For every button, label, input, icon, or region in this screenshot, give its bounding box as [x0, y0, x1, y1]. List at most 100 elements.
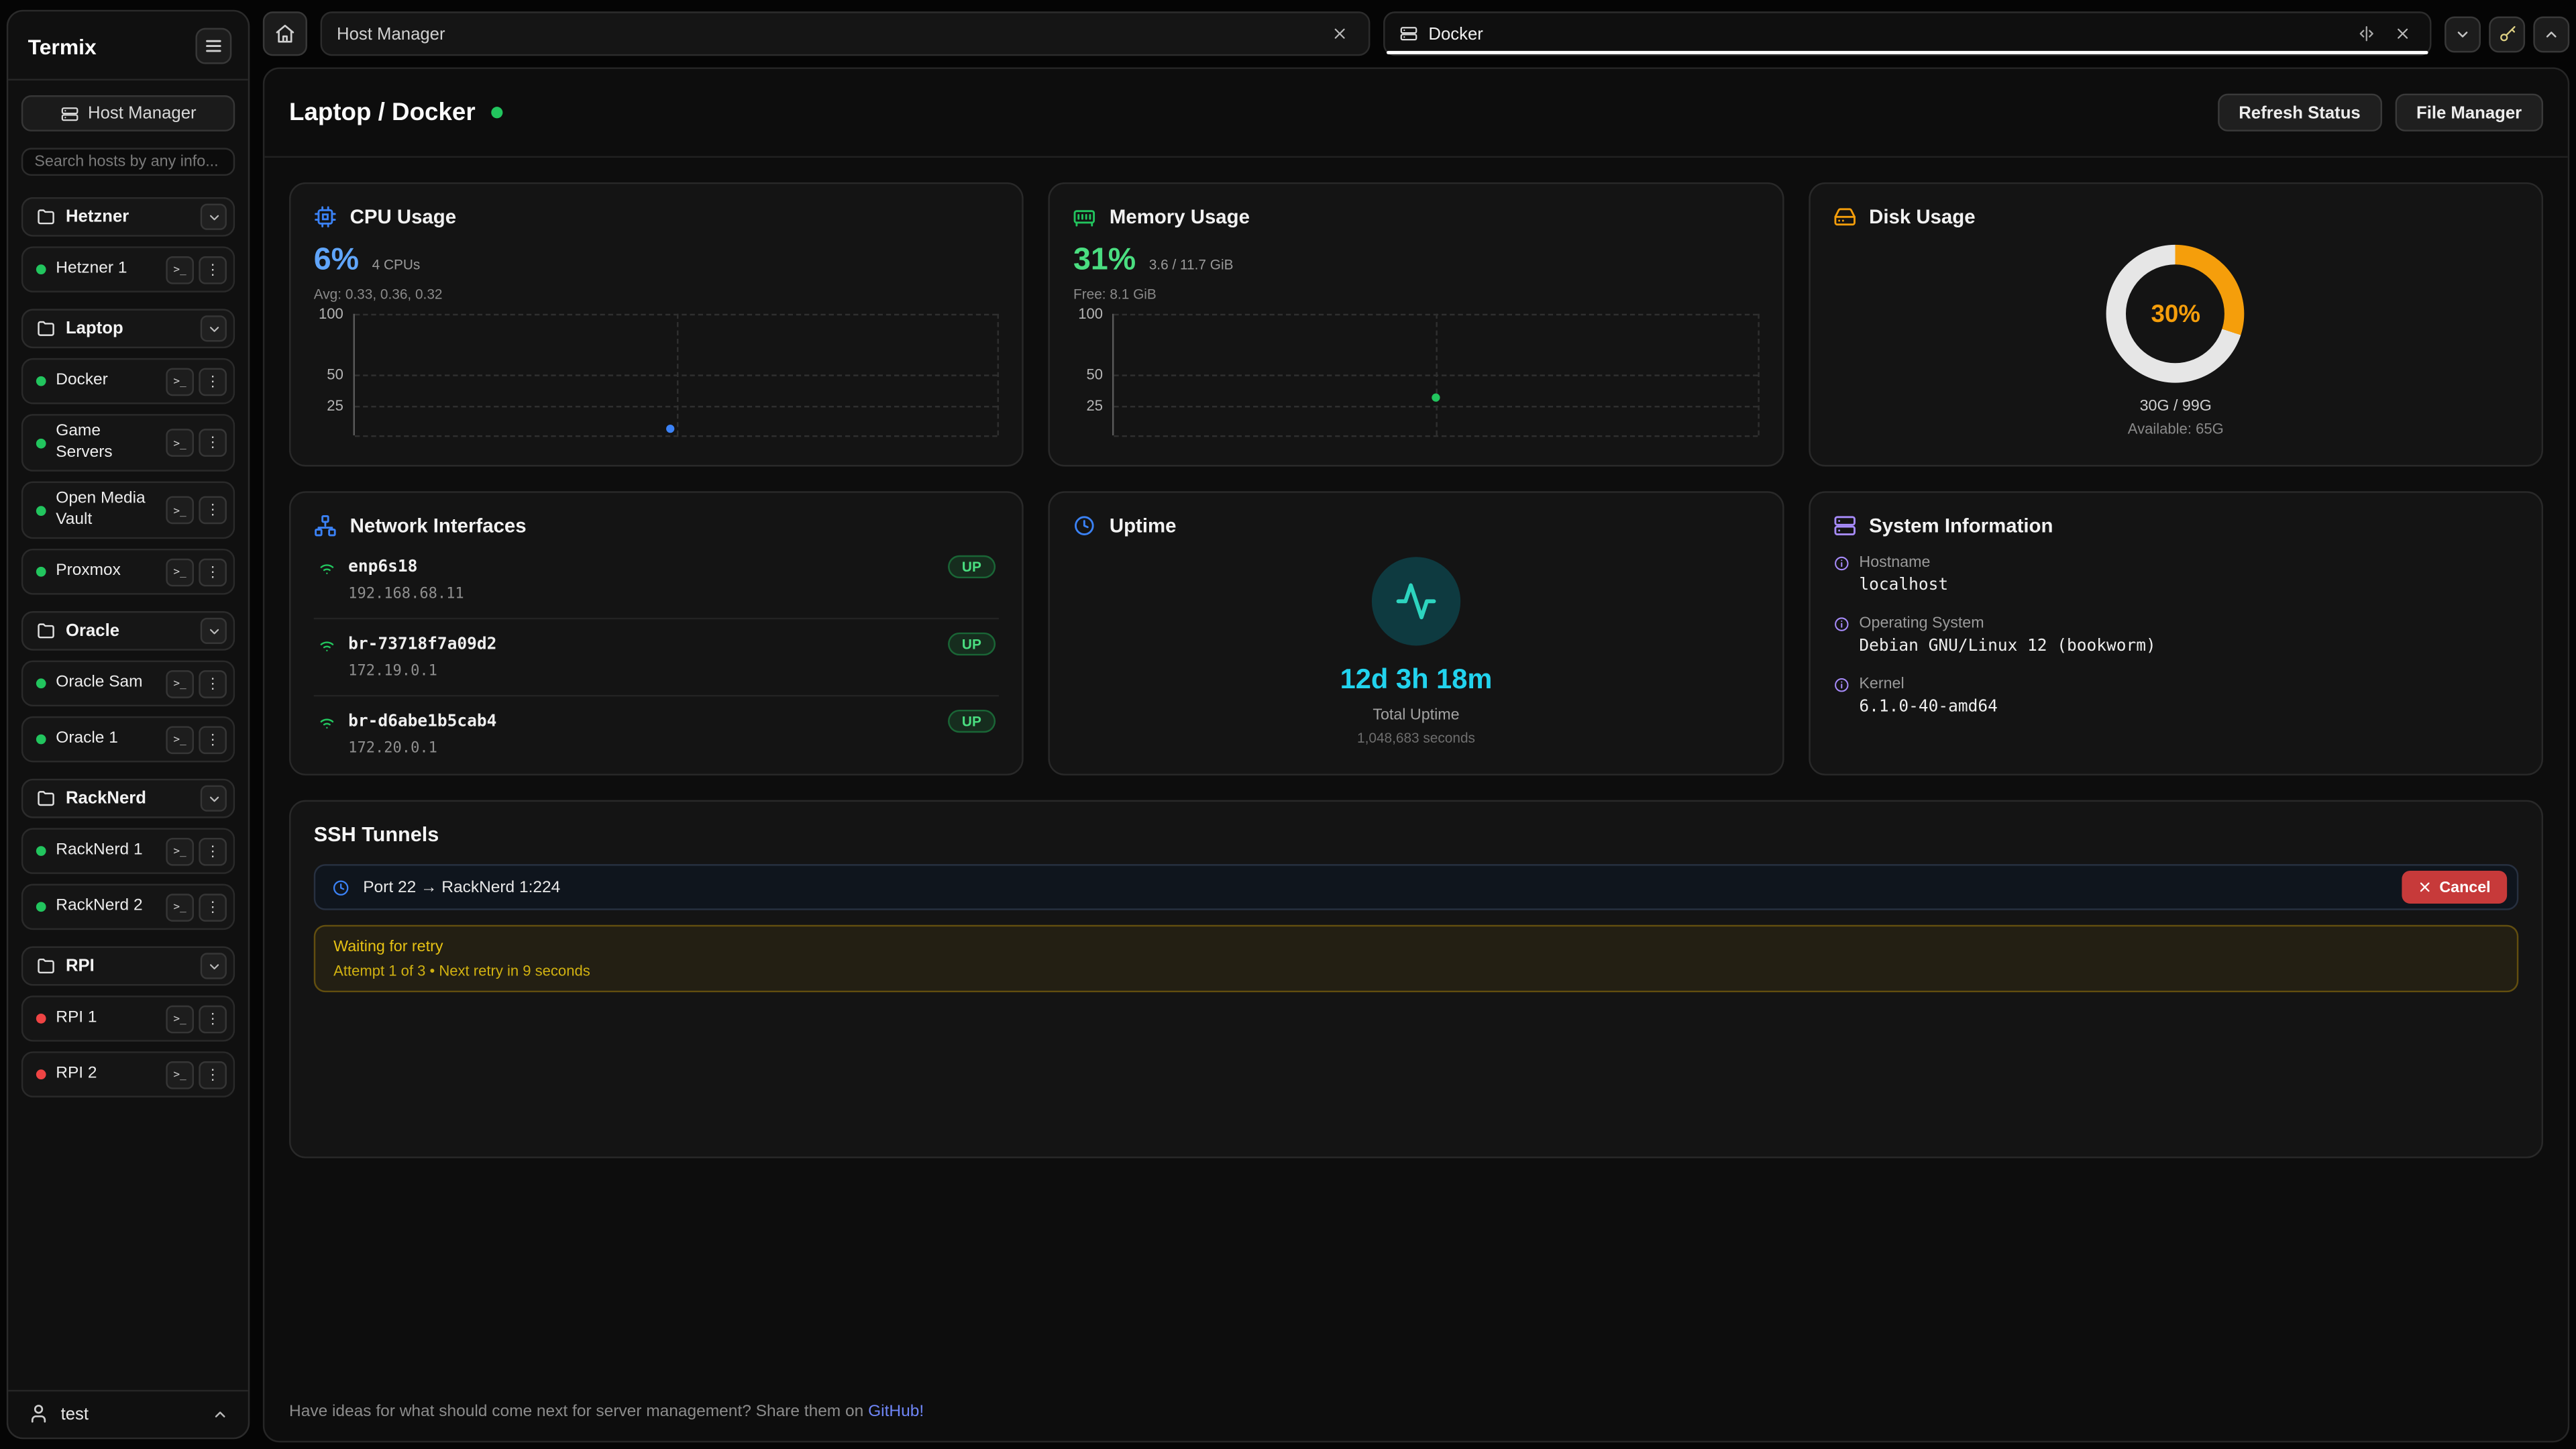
- page-title: Laptop / Docker: [289, 99, 476, 127]
- host-menu-button[interactable]: ⋮: [199, 837, 227, 865]
- network-icon: [314, 515, 337, 537]
- terminal-button[interactable]: >_: [166, 496, 194, 525]
- tab-label: Host Manager: [337, 24, 445, 44]
- system-info-value: Debian GNU/Linux 12 (bookworm): [1859, 637, 2518, 655]
- host-item-hetzner-1[interactable]: Hetzner 1 >_ ⋮: [21, 246, 235, 292]
- close-icon: [2394, 26, 2409, 41]
- host-name: RackNerd 1: [56, 841, 156, 861]
- host-item-proxmox[interactable]: Proxmox >_ ⋮: [21, 549, 235, 595]
- host-item-docker[interactable]: Docker >_ ⋮: [21, 358, 235, 405]
- group-header-hetzner[interactable]: Hetzner: [21, 197, 235, 237]
- host-item-game-servers[interactable]: Game Servers >_ ⋮: [21, 414, 235, 472]
- terminal-button[interactable]: >_: [166, 1061, 194, 1089]
- collapse-group-button[interactable]: [201, 786, 227, 812]
- host-item-rpi-2[interactable]: RPI 2 >_ ⋮: [21, 1051, 235, 1097]
- host-menu-button[interactable]: ⋮: [199, 669, 227, 698]
- sidebar-user-section: test: [21, 1390, 235, 1424]
- host-menu-button[interactable]: ⋮: [199, 725, 227, 753]
- uptime-card: Uptime 12d 3h 18m Total Uptime 1,048,683…: [1049, 491, 1783, 775]
- chevron-down-icon: [206, 791, 221, 806]
- status-dot: [36, 735, 46, 745]
- cancel-tunnel-button[interactable]: Cancel: [2402, 871, 2507, 904]
- host-item-rpi-1[interactable]: RPI 1 >_ ⋮: [21, 996, 235, 1042]
- split-view-icon[interactable]: [2357, 25, 2375, 43]
- terminal-button[interactable]: >_: [166, 893, 194, 921]
- sidebar-header: Termix: [21, 25, 235, 79]
- collapse-group-button[interactable]: [201, 953, 227, 979]
- host-menu-button[interactable]: ⋮: [199, 429, 227, 457]
- group-header-oracle[interactable]: Oracle: [21, 611, 235, 651]
- disk-available-text: Available: 65G: [2128, 421, 2224, 437]
- terminal-button[interactable]: >_: [166, 256, 194, 284]
- home-button[interactable]: [263, 11, 307, 56]
- host-menu-button[interactable]: ⋮: [199, 496, 227, 525]
- terminal-button[interactable]: >_: [166, 837, 194, 865]
- host-item-open-media-vault[interactable]: Open Media Vault >_ ⋮: [21, 482, 235, 539]
- collapse-group-button[interactable]: [201, 204, 227, 230]
- chevron-up-icon[interactable]: [212, 1405, 228, 1421]
- group-header-rpi[interactable]: RPI: [21, 947, 235, 986]
- host-item-oracle-1[interactable]: Oracle 1 >_ ⋮: [21, 716, 235, 763]
- collapse-group-button[interactable]: [201, 618, 227, 644]
- warning-detail: Attempt 1 of 3 • Next retry in 9 seconds: [333, 963, 2499, 979]
- host-menu-button[interactable]: ⋮: [199, 557, 227, 586]
- scroll-tabs-up-button[interactable]: [2533, 15, 2569, 52]
- host-menu-button[interactable]: ⋮: [199, 367, 227, 395]
- terminal-button[interactable]: >_: [166, 669, 194, 698]
- close-tab-button[interactable]: [2389, 21, 2415, 47]
- terminal-button[interactable]: >_: [166, 557, 194, 586]
- memory-free: Free: 8.1 GiB: [1073, 286, 1759, 302]
- close-tab-button[interactable]: [1327, 21, 1353, 47]
- group-header-racknerd[interactable]: RackNerd: [21, 779, 235, 818]
- status-dot: [36, 438, 46, 448]
- system-info-label: Kernel: [1859, 676, 1904, 694]
- refresh-status-button[interactable]: Refresh Status: [2217, 94, 2381, 131]
- host-name: Oracle Sam: [56, 673, 156, 694]
- interface-name: enp6s18: [348, 557, 417, 576]
- hamburger-icon: [204, 36, 223, 56]
- host-name: Game Servers: [56, 422, 156, 463]
- uptime-pulse-badge: [1372, 557, 1460, 645]
- memory-usage-card: Memory Usage 31% 3.6 / 11.7 GiB Free: 8.…: [1049, 182, 1783, 467]
- ssh-keys-button[interactable]: [2489, 15, 2525, 52]
- host-item-racknerd-1[interactable]: RackNerd 1 >_ ⋮: [21, 828, 235, 874]
- terminal-icon: >_: [174, 677, 186, 690]
- terminal-button[interactable]: >_: [166, 1005, 194, 1033]
- terminal-button[interactable]: >_: [166, 429, 194, 457]
- group-name: Oracle: [66, 621, 119, 641]
- host-item-racknerd-2[interactable]: RackNerd 2 >_ ⋮: [21, 884, 235, 930]
- collapse-group-button[interactable]: [201, 315, 227, 341]
- terminal-button[interactable]: >_: [166, 725, 194, 753]
- interface-status-badge: UP: [947, 555, 996, 578]
- group-name: Hetzner: [66, 207, 129, 227]
- host-menu-button[interactable]: ⋮: [199, 893, 227, 921]
- search-input[interactable]: [21, 148, 235, 176]
- app-title: Termix: [28, 34, 97, 58]
- tab-host-manager[interactable]: Host Manager: [321, 11, 1370, 56]
- system-info-list: Hostname localhost Operating System Debi…: [1833, 553, 2518, 716]
- host-group-laptop: Laptop Docker >_ ⋮ Game Servers >_: [21, 309, 235, 594]
- hamburger-menu-button[interactable]: [195, 28, 231, 64]
- tab-docker[interactable]: Docker: [1383, 11, 2432, 56]
- key-icon: [2498, 25, 2516, 43]
- host-menu-button[interactable]: ⋮: [199, 1061, 227, 1089]
- terminal-button[interactable]: >_: [166, 367, 194, 395]
- home-icon: [274, 23, 296, 44]
- user-menu[interactable]: test: [21, 1391, 235, 1424]
- github-link[interactable]: GitHub!: [868, 1403, 924, 1421]
- username: test: [61, 1404, 201, 1424]
- uptime-label: Total Uptime: [1373, 706, 1459, 724]
- host-menu-button[interactable]: ⋮: [199, 1005, 227, 1033]
- host-item-oracle-sam[interactable]: Oracle Sam >_ ⋮: [21, 660, 235, 706]
- folder-icon: [36, 956, 56, 975]
- group-header-laptop[interactable]: Laptop: [21, 309, 235, 348]
- interface-ip: 192.168.68.11: [348, 586, 996, 602]
- system-information-card: System Information Hostname localhost: [1808, 491, 2543, 775]
- file-manager-button[interactable]: File Manager: [2395, 94, 2543, 131]
- host-menu-button[interactable]: ⋮: [199, 256, 227, 284]
- host-manager-button[interactable]: Host Manager: [21, 95, 235, 131]
- app-root: Termix Host Manager Hetzner Hetzner: [0, 0, 2576, 1449]
- info-icon: [1833, 555, 1849, 571]
- folder-icon: [36, 207, 56, 227]
- scroll-tabs-down-button[interactable]: [2445, 15, 2481, 52]
